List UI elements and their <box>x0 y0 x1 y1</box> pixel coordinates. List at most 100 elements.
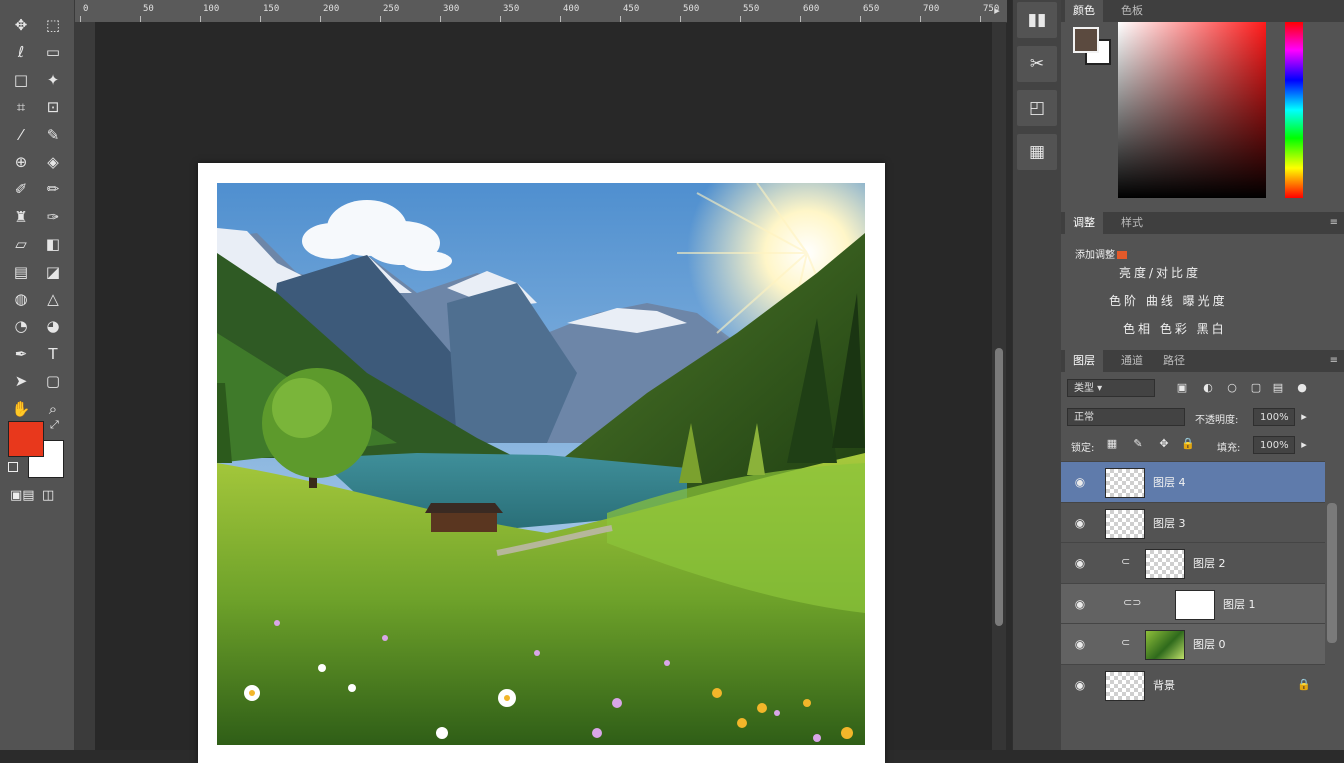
layer-row[interactable]: ◉ ⊂⊃ 图层 1 <box>1061 582 1325 624</box>
pencil-tool-icon[interactable]: ✏ <box>40 178 66 200</box>
filter-smart-icon[interactable]: ▤ <box>1271 381 1285 395</box>
color-panel-foreground[interactable] <box>1073 27 1099 53</box>
filter-shape-icon[interactable]: ▢ <box>1249 381 1263 395</box>
canvas-scroll-thumb[interactable] <box>995 348 1003 626</box>
layer-row[interactable]: ◉ ⊂ 图层 0 <box>1061 623 1325 664</box>
gradient-tool-icon[interactable]: ▤ <box>8 261 34 283</box>
edit-standard-mode-icon[interactable]: ▣▤ <box>10 488 35 503</box>
rectangle-tool-icon[interactable]: ▢ <box>40 370 66 392</box>
hand-tool-icon[interactable]: ✋ <box>8 398 34 420</box>
visibility-eye-icon[interactable]: ◉ <box>1073 516 1087 530</box>
layer-thumbnail[interactable] <box>1175 589 1215 620</box>
lock-position-icon[interactable]: ✥ <box>1157 437 1171 451</box>
layers-menu-icon[interactable]: ≡ <box>1330 350 1338 372</box>
layer-thumbnail[interactable] <box>1145 630 1185 660</box>
healing-brush-icon[interactable]: ⊕ <box>8 151 34 173</box>
filter-type-icon[interactable]: ○ <box>1225 381 1239 395</box>
lock-transparency-icon[interactable]: ▦ <box>1105 437 1119 451</box>
ruler-label: 550 <box>743 4 760 14</box>
eyedropper-icon[interactable]: ⁄ <box>8 124 34 146</box>
visibility-eye-icon[interactable]: ◉ <box>1073 556 1087 570</box>
blur-tool-icon[interactable]: ◍ <box>8 288 34 310</box>
lock-all-icon[interactable]: 🔒 <box>1181 437 1195 451</box>
visibility-eye-icon[interactable]: ◉ <box>1073 597 1087 611</box>
magic-wand-icon[interactable]: ✦ <box>40 69 66 91</box>
opacity-dropdown-icon[interactable]: ▸ <box>1297 410 1311 424</box>
layer-filter-select[interactable]: 类型 ▾ <box>1067 379 1155 397</box>
eraser-icon[interactable]: ▱ <box>8 233 34 255</box>
adjustment-row-2[interactable]: 色阶 曲线 曝光度 <box>1109 292 1228 309</box>
navigator-panel-icon[interactable]: ◰ <box>1017 90 1057 126</box>
move-tool-icon[interactable]: ✥ <box>8 14 34 36</box>
paint-bucket-icon[interactable]: ◪ <box>40 261 66 283</box>
adjustment-row-3[interactable]: 色相 色彩 黑白 <box>1123 320 1227 337</box>
layer-row[interactable]: ◉ 图层 4 <box>1061 461 1325 502</box>
ruler-label: 50 <box>143 4 154 14</box>
lock-pixels-icon[interactable]: ✎ <box>1131 437 1145 451</box>
layer-thumbnail[interactable] <box>1105 468 1145 498</box>
patch-tool-icon[interactable]: ◈ <box>40 151 66 173</box>
artboard-tool-icon[interactable]: ⬚ <box>40 14 66 36</box>
layer-row[interactable]: ◉ 背景 🔒 <box>1061 663 1325 705</box>
layer-name[interactable]: 图层 3 <box>1153 515 1186 531</box>
tab-adjustments[interactable]: 调整 <box>1065 212 1103 234</box>
libraries-panel-icon[interactable]: ▦ <box>1017 134 1057 170</box>
color-picker-field[interactable] <box>1118 22 1266 198</box>
layer-row[interactable]: ◉ 图层 3 <box>1061 501 1325 543</box>
visibility-eye-icon[interactable]: ◉ <box>1073 678 1087 692</box>
brush-settings-icon[interactable]: ✂ <box>1017 46 1057 82</box>
type-tool-icon[interactable]: T <box>40 343 66 365</box>
layer-thumbnail[interactable] <box>1145 549 1185 579</box>
layer-name[interactable]: 图层 2 <box>1193 555 1226 571</box>
landscape-photo[interactable] <box>217 183 865 745</box>
tab-swatches[interactable]: 色板 <box>1113 0 1151 22</box>
lasso-tool-icon[interactable]: ℓ <box>8 41 34 63</box>
filter-adjust-icon[interactable]: ◐ <box>1201 381 1215 395</box>
sharpen-tool-icon[interactable]: △ <box>40 288 66 310</box>
filter-toggle-icon[interactable]: ● <box>1295 381 1309 395</box>
layer-name[interactable]: 图层 4 <box>1153 474 1186 490</box>
adjustment-row-1[interactable]: 亮度/对比度 <box>1119 264 1201 281</box>
tab-layers[interactable]: 图层 <box>1065 350 1103 372</box>
crop-tool-icon[interactable]: ⌗ <box>8 96 34 118</box>
layer-name[interactable]: 图层 1 <box>1223 596 1256 612</box>
tab-color[interactable]: 颜色 <box>1065 0 1103 22</box>
clone-stamp-icon[interactable]: ♜ <box>8 206 34 228</box>
rect-select-icon[interactable]: □ <box>8 69 34 91</box>
bg-eraser-icon[interactable]: ◧ <box>40 233 66 255</box>
panel-collapse-icon[interactable]: ▸ <box>990 4 1004 18</box>
brush-tool-icon[interactable]: ✐ <box>8 178 34 200</box>
layer-thumbnail[interactable] <box>1105 670 1145 701</box>
visibility-eye-icon[interactable]: ◉ <box>1073 637 1087 651</box>
layer-row[interactable]: ◉ ⊂ 图层 2 <box>1061 542 1325 583</box>
tab-styles[interactable]: 样式 <box>1113 212 1151 234</box>
default-colors-icon[interactable] <box>8 462 18 472</box>
tab-paths[interactable]: 路径 <box>1155 350 1193 372</box>
swap-colors-icon[interactable]: ⤢ <box>50 418 59 432</box>
tab-channels[interactable]: 通道 <box>1113 350 1151 372</box>
fill-dropdown-icon[interactable]: ▸ <box>1297 438 1311 452</box>
layer-thumbnail[interactable] <box>1105 508 1145 539</box>
path-select-icon[interactable]: ➤ <box>8 370 34 392</box>
visibility-eye-icon[interactable]: ◉ <box>1073 475 1087 489</box>
hue-slider[interactable] <box>1285 22 1303 198</box>
zoom-tool-icon[interactable]: ⌕ <box>40 398 66 420</box>
opacity-input[interactable]: 100% <box>1253 408 1295 426</box>
adjustments-menu-icon[interactable]: ≡ <box>1330 212 1338 234</box>
layers-scrollbar[interactable] <box>1327 503 1337 643</box>
history-panel-icon[interactable]: ▮▮ <box>1017 2 1057 38</box>
frame-tool-icon[interactable]: ⊡ <box>40 96 66 118</box>
burn-tool-icon[interactable]: ◕ <box>40 315 66 337</box>
layer-name[interactable]: 背景 <box>1153 677 1175 693</box>
dodge-tool-icon[interactable]: ◔ <box>8 315 34 337</box>
filter-pixel-icon[interactable]: ▣ <box>1175 381 1189 395</box>
fill-input[interactable]: 100% <box>1253 436 1295 454</box>
slice-tool-icon[interactable]: ✎ <box>40 124 66 146</box>
layer-name[interactable]: 图层 0 <box>1193 636 1226 652</box>
blend-mode-select[interactable]: 正常 <box>1067 408 1185 426</box>
history-brush-icon[interactable]: ✑ <box>40 206 66 228</box>
pen-tool-icon[interactable]: ✒ <box>8 343 34 365</box>
quick-mask-icon[interactable]: ◫ <box>42 488 54 503</box>
foreground-color-swatch[interactable] <box>8 421 44 457</box>
marquee-tool-icon[interactable]: ▭ <box>40 41 66 63</box>
